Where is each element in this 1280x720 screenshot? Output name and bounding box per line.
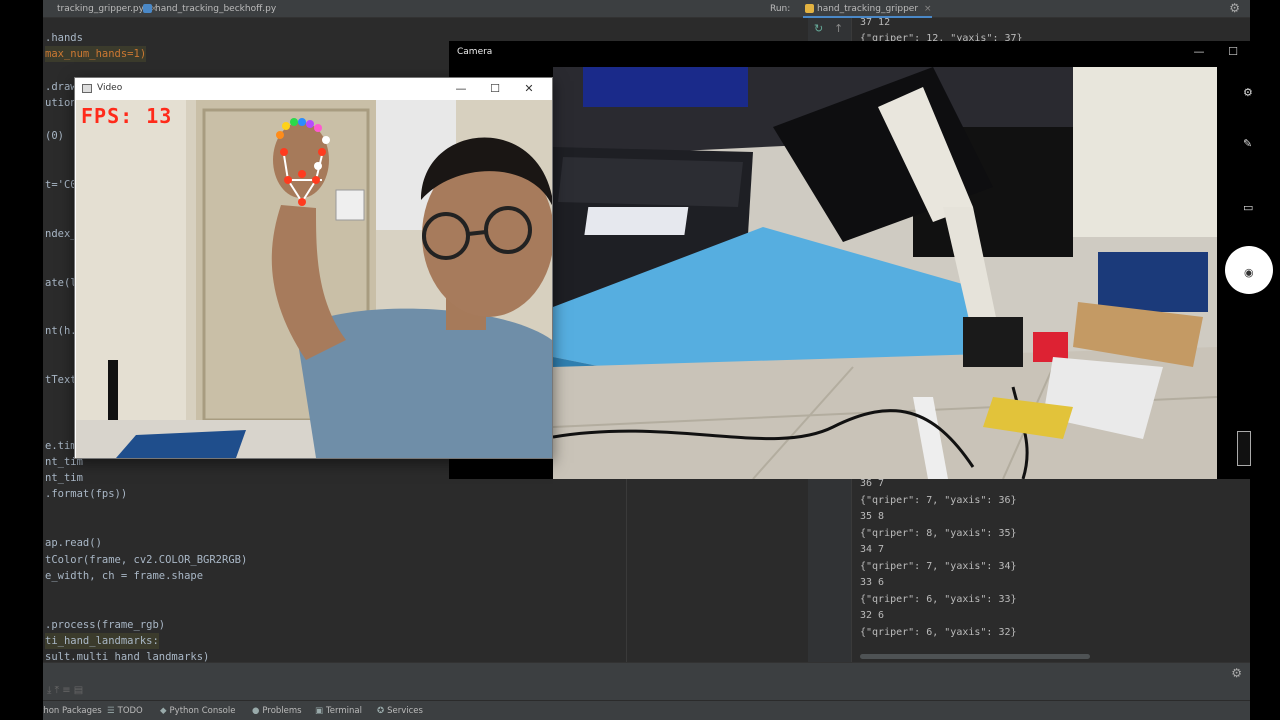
close-icon[interactable]: ✕ <box>512 78 546 99</box>
code-line[interactable]: e_width, ch = frame.shape <box>45 568 203 584</box>
tab-hand-tracking-beckhoff[interactable]: hand_tracking_beckhoff.py <box>141 0 276 18</box>
code-line[interactable]: t='C0 <box>45 177 77 193</box>
minimize-icon[interactable]: — <box>444 78 478 99</box>
python-icon: ◆ <box>160 706 167 716</box>
info-icon: ● <box>252 706 260 716</box>
todo-tab[interactable]: ☰ TODO <box>107 701 143 720</box>
window-icon <box>82 84 92 93</box>
camera-icon: ◉ <box>1244 266 1254 279</box>
editor-tab-bar: tracking_gripper.py × hand_tracking_beckh… <box>43 0 1250 18</box>
run-output-line: 32 6 <box>860 610 885 621</box>
code-line[interactable]: ti_hand_landmarks: <box>45 633 159 650</box>
video-titlebar[interactable]: Video — ☐ ✕ <box>75 78 552 99</box>
services-icon: ✪ <box>377 706 385 716</box>
video-window-title: Video <box>97 83 123 93</box>
run-label: Run: <box>770 4 791 14</box>
run-output-line: {"qriper": 6, "yaxis": 32} <box>860 626 1017 638</box>
video-feed: FPS: 13 <box>76 100 552 458</box>
tab-label: tracking_gripper.py <box>57 4 144 14</box>
code-line[interactable]: max_num_hands=1) <box>45 46 147 63</box>
camera-feed <box>553 67 1217 479</box>
camera-titlebar[interactable]: Camera — ☐ <box>449 41 1250 64</box>
gear-icon[interactable]: ⚙ <box>1229 1 1240 15</box>
camera-window[interactable]: Camera — ☐ ⚙ ✎ ▭ ◉ <box>449 41 1273 479</box>
editor-divider <box>626 478 627 662</box>
python-run-icon <box>805 4 814 13</box>
terminal-tab[interactable]: ▣ Terminal <box>315 701 362 720</box>
gear-icon[interactable]: ⚙ <box>1231 666 1242 680</box>
minimize-icon[interactable]: — <box>1182 41 1216 62</box>
python-console-tab[interactable]: ◆ Python Console <box>160 701 235 720</box>
code-line[interactable]: .process(frame_rgb) <box>45 617 165 633</box>
tool-window-bar: thon Packages ☰ TODO ◆ Python Console ● Pro… <box>43 700 1250 720</box>
run-tab-label: hand_tracking_gripper <box>817 4 919 14</box>
camera-feed-image <box>553 67 1217 479</box>
rerun-icon[interactable]: ↻ <box>814 22 823 35</box>
bottom-tool-area: ⚙ ⤓ ⤒ ≡ ▤ <box>43 662 1250 700</box>
frame-icon[interactable]: ▭ <box>1243 201 1253 214</box>
code-line[interactable]: .format(fps)) <box>45 486 127 502</box>
fps-counter: FPS: 13 <box>81 104 173 128</box>
code-line[interactable]: ndex_ <box>45 226 77 242</box>
maximize-icon[interactable]: ☐ <box>478 78 512 99</box>
camera-window-title: Camera <box>457 47 493 57</box>
code-line[interactable]: .draw <box>45 79 77 95</box>
arrow-up-icon[interactable]: ↑ <box>834 22 843 35</box>
run-output-line: {"qriper": 8, "yaxis": 35} <box>860 527 1017 539</box>
code-line[interactable]: tColor(frame, cv2.COLOR_BGR2RGB) <box>45 552 247 568</box>
run-output-line: {"qriper": 6, "yaxis": 33} <box>860 593 1017 605</box>
services-tab[interactable]: ✪ Services <box>377 701 423 720</box>
run-output-line: 33 6 <box>860 577 885 588</box>
settings-icon[interactable]: ⚙ <box>1243 86 1253 99</box>
terminal-icon: ▣ <box>315 706 324 716</box>
code-line[interactable]: nt_tim <box>45 470 83 486</box>
video-window[interactable]: Video — ☐ ✕ FPS: 13 <box>74 77 553 459</box>
tab-label: hand_tracking_beckhoff.py <box>155 4 277 14</box>
code-line[interactable]: (0) <box>45 128 64 144</box>
list-icon: ☰ <box>107 706 115 716</box>
code-line[interactable]: ap.read() <box>45 535 102 551</box>
code-line[interactable]: .hands <box>45 30 83 46</box>
maximize-icon[interactable]: ☐ <box>1216 41 1250 62</box>
run-output-line: 35 8 <box>860 511 885 522</box>
python-file-icon <box>143 4 152 13</box>
run-output-line: 37 12 <box>860 17 891 28</box>
run-output-line: 34 7 <box>860 544 885 555</box>
capture-mode-toggle[interactable] <box>1237 431 1251 466</box>
edit-icon[interactable]: ✎ <box>1243 137 1252 150</box>
problems-tab[interactable]: ● Problems <box>252 701 302 720</box>
run-output-line: {"qriper": 7, "yaxis": 36} <box>860 494 1017 506</box>
run-output-line: {"qriper": 7, "yaxis": 34} <box>860 560 1017 572</box>
horizontal-scrollbar[interactable] <box>860 654 1090 659</box>
close-icon[interactable]: × <box>924 4 932 14</box>
tool-icons[interactable]: ⤓ ⤒ ≡ ▤ <box>47 685 83 696</box>
video-feed-image <box>76 100 552 458</box>
python-packages-tab[interactable]: thon Packages <box>43 701 102 720</box>
